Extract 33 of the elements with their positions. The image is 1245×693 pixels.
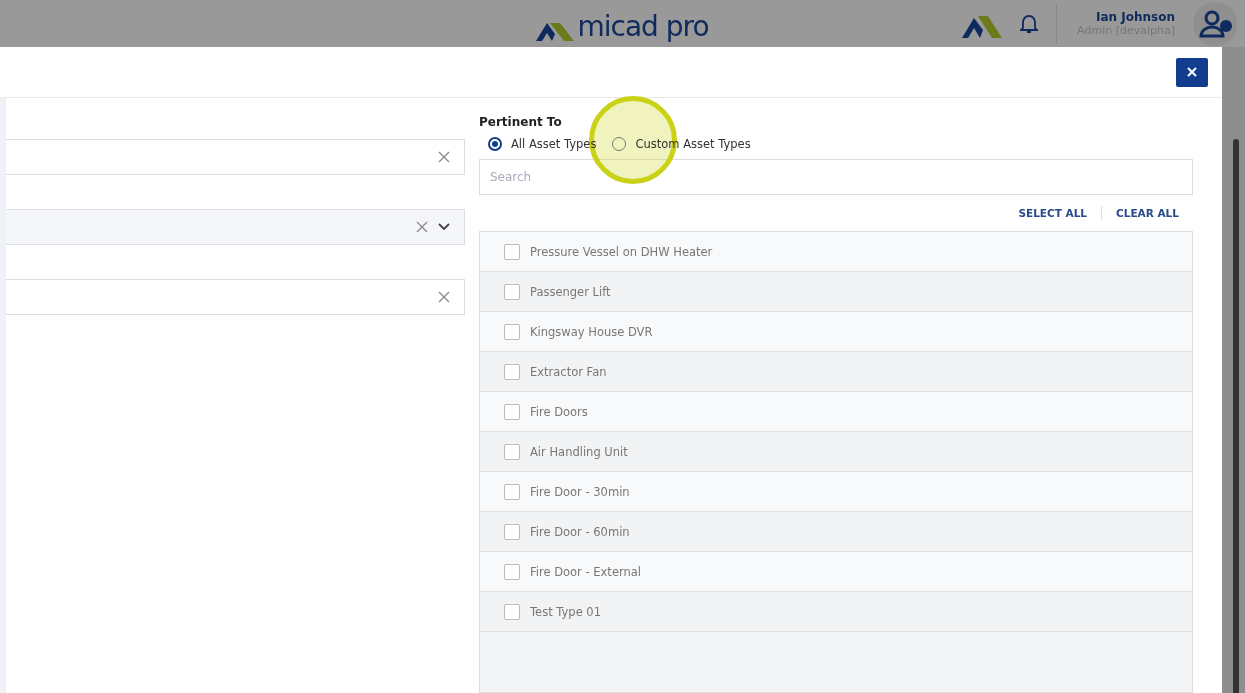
asset-type-item[interactable]: Fire Door - External [480, 552, 1192, 592]
action-link[interactable]: CLEAR ALL [1116, 207, 1179, 219]
field-label: Pertinent To [479, 115, 563, 129]
checkbox[interactable] [504, 523, 520, 540]
action-link[interactable]: SELECT ALL [1018, 207, 1088, 219]
checkbox[interactable] [504, 563, 520, 580]
checkbox[interactable] [504, 443, 520, 460]
input-field[interactable] [6, 209, 465, 245]
chevron-down-icon[interactable] [438, 223, 450, 231]
checkbox[interactable] [504, 403, 520, 420]
asset-type-item[interactable]: Kingsway House DVR [480, 312, 1192, 352]
checkbox[interactable] [504, 363, 520, 380]
logo-text: micad pro [577, 12, 709, 41]
clear-icon[interactable] [438, 291, 450, 303]
checkbox[interactable] [504, 243, 520, 260]
input-field[interactable] [6, 279, 465, 315]
clear-icon[interactable] [416, 221, 428, 233]
close-button[interactable] [1176, 57, 1208, 87]
user-name: Ian Johnson [1096, 10, 1175, 24]
scrollbar-thumb[interactable] [1233, 139, 1239, 693]
asset-type-item[interactable]: Pressure Vessel on DHW Heater [480, 232, 1192, 272]
user-avatar-icon[interactable] [1193, 1, 1237, 46]
asset-type-item[interactable]: Fire Doors [480, 392, 1192, 432]
checkbox[interactable] [504, 323, 520, 340]
bell-icon[interactable] [1020, 13, 1039, 34]
asset-type-item[interactable]: Fire Door - 30min [480, 472, 1192, 512]
close-icon [1187, 67, 1197, 77]
input-field[interactable] [6, 139, 465, 175]
search-field[interactable]: Search [479, 159, 1193, 195]
checkbox[interactable] [504, 283, 520, 300]
checkbox[interactable] [504, 603, 520, 620]
clear-icon[interactable] [438, 151, 450, 163]
checkbox[interactable] [504, 483, 520, 500]
